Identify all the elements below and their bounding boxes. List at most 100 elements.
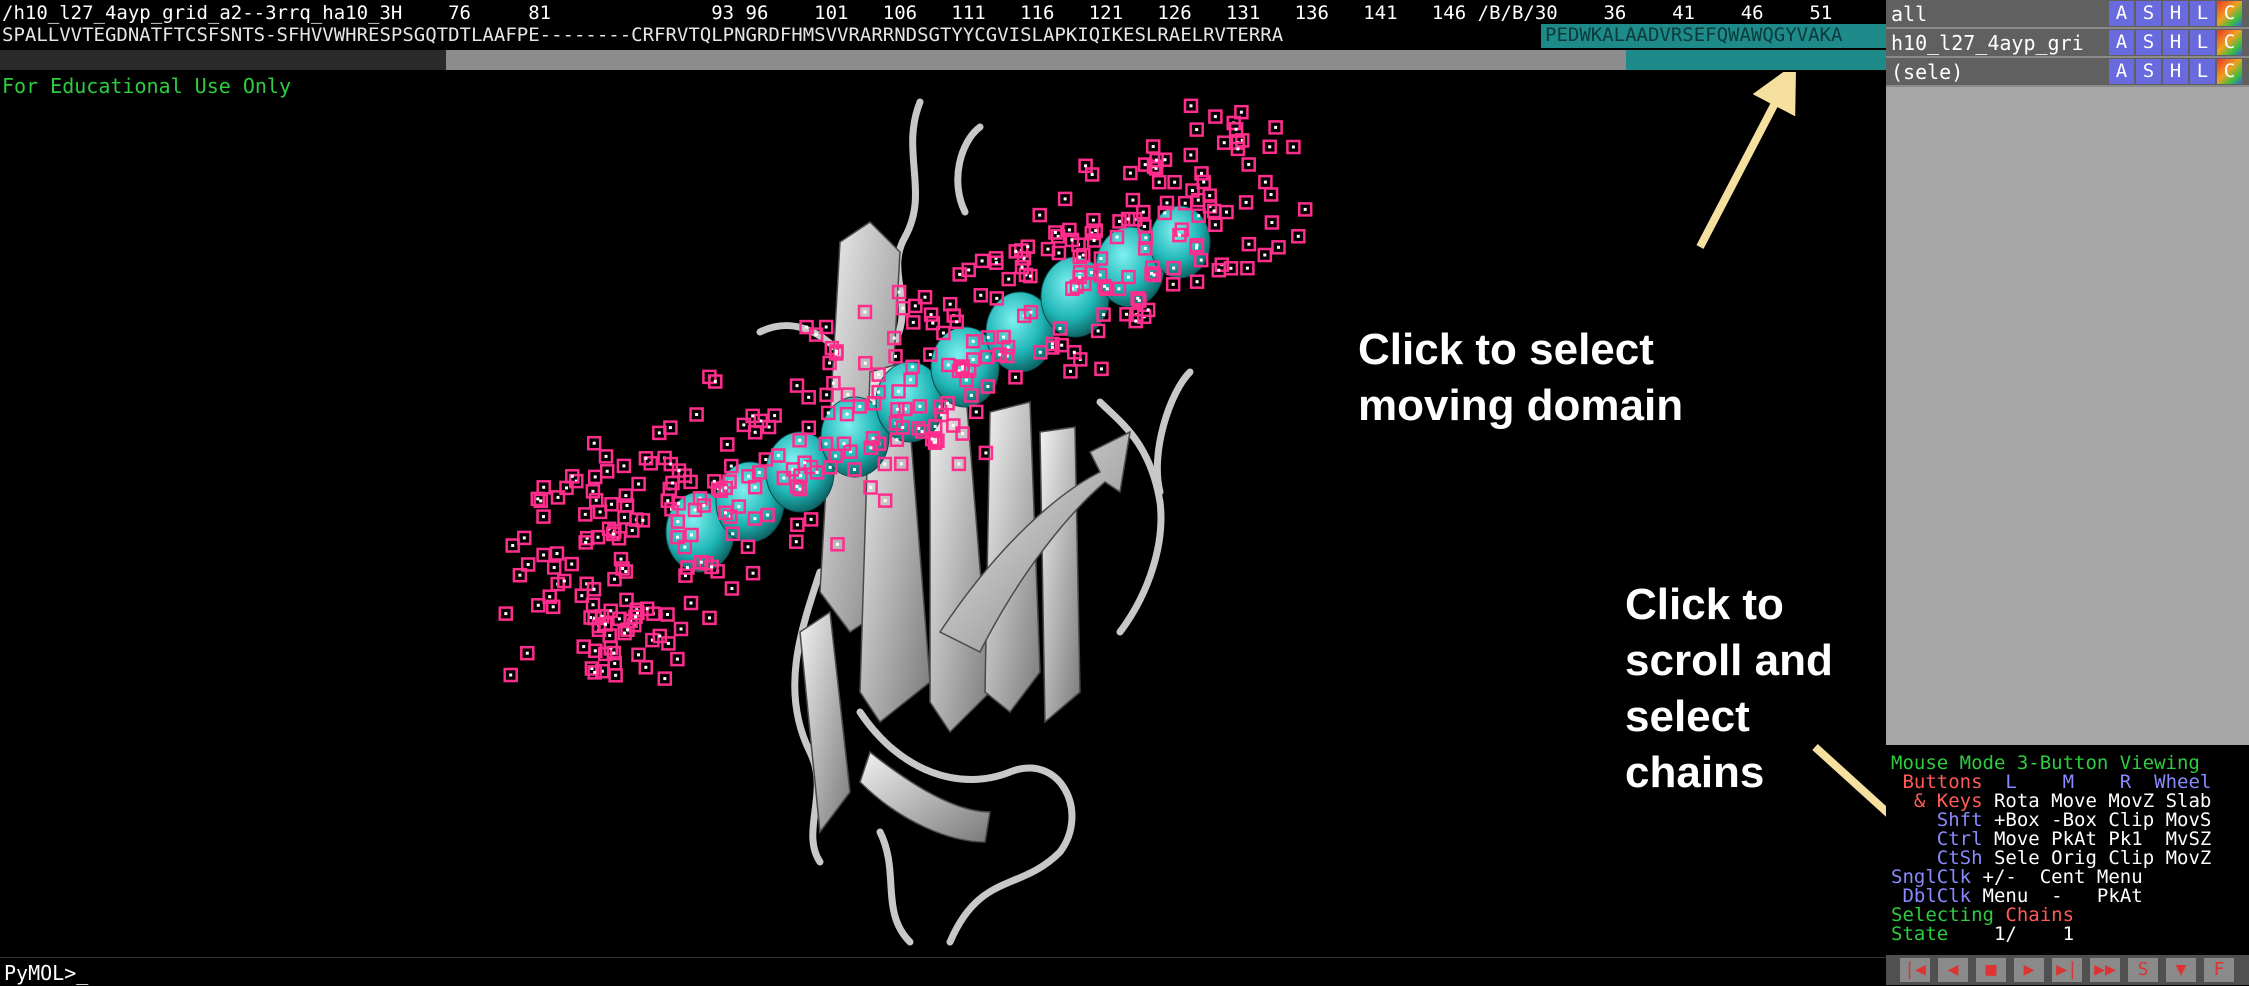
atom-center <box>548 595 552 599</box>
atom-center <box>624 494 628 498</box>
sequence-viewer[interactable]: /h10_l27_4ayp_grid_a2--3rrq_ha10_3H 76 8… <box>0 0 1886 72</box>
atom-center <box>795 485 799 488</box>
atom-center <box>1072 350 1076 354</box>
atom-center <box>710 565 714 569</box>
object-panel[interactable]: all A S H L C h10_l27_4ayp_gri A S H L C… <box>1886 0 2249 985</box>
atom-center <box>798 487 802 491</box>
command-prompt[interactable]: PyMOL>_ <box>4 961 88 985</box>
atom-center <box>551 605 555 609</box>
atom-center <box>1303 207 1307 211</box>
sequence-residues[interactable]: SPALLVVTEGDNATFTCSFSNTS-SFHVVWHRESPSGQTD… <box>2 24 1283 46</box>
atom-center <box>805 325 809 329</box>
atom-center <box>677 501 681 505</box>
action-button[interactable]: A <box>2109 1 2134 26</box>
atom-center <box>1152 273 1156 277</box>
object-row-h10[interactable]: h10_l27_4ayp_gri A S H L C <box>1886 29 2249 58</box>
atom-center <box>591 489 595 493</box>
atom-center <box>961 365 964 369</box>
atom-center <box>511 544 515 547</box>
atom-center <box>609 609 613 613</box>
state-label: State <box>1891 923 1949 945</box>
atom-center <box>1102 313 1106 317</box>
atom-center <box>1213 115 1217 119</box>
atom-center <box>1078 255 1082 259</box>
fast-forward-icon[interactable]: ▶▶ <box>2090 958 2120 982</box>
step-back-icon[interactable]: ◀ <box>1938 958 1968 982</box>
action-button[interactable]: A <box>2109 30 2134 55</box>
atom-center <box>686 566 689 569</box>
atom-center <box>929 313 933 317</box>
atom-center <box>1296 234 1300 238</box>
atom-center <box>666 613 669 616</box>
show-button[interactable]: S <box>2136 59 2161 84</box>
atom-center <box>794 540 798 544</box>
play-icon[interactable]: ▶ <box>2014 958 2044 982</box>
atom-center <box>1099 257 1103 260</box>
atom-center <box>593 670 597 674</box>
atom-center <box>1213 223 1217 227</box>
atom-center <box>593 649 597 653</box>
atom-center <box>1060 343 1064 347</box>
rewind-icon[interactable]: |◀ <box>1900 958 1930 982</box>
atom-center <box>1191 189 1194 192</box>
hide-button[interactable]: H <box>2163 59 2188 84</box>
object-row-all[interactable]: all A S H L C <box>1886 0 2249 29</box>
label-button[interactable]: L <box>2190 30 2215 55</box>
atom-center <box>608 634 612 637</box>
show-button[interactable]: S <box>2136 1 2161 26</box>
hide-button[interactable]: H <box>2163 30 2188 55</box>
color-button[interactable]: C <box>2217 59 2242 84</box>
atom-center <box>1199 258 1203 262</box>
atom-center <box>1007 277 1011 281</box>
atom-center <box>1163 211 1167 215</box>
object-name[interactable]: all <box>1891 2 1927 26</box>
show-button[interactable]: S <box>2136 30 2161 55</box>
atom-center <box>1244 200 1248 204</box>
scene-button[interactable]: S <box>2128 958 2158 982</box>
atom-center <box>995 296 999 300</box>
atom-center <box>1067 228 1071 232</box>
color-button[interactable]: C <box>2217 1 2242 26</box>
atom-center <box>612 651 616 655</box>
sequence-numbering: /h10_l27_4ayp_grid_a2--3rrq_ha10_3H 76 8… <box>2 2 1833 24</box>
object-name[interactable]: (sele) <box>1891 60 1963 84</box>
atom-center <box>883 499 887 503</box>
atom-center <box>625 504 629 507</box>
transport-controls[interactable]: |◀ ◀ ■ ▶ ▶| ▶▶ S ▼ F <box>1886 955 2249 985</box>
object-row-sele[interactable]: (sele) A S H L C <box>1886 58 2249 87</box>
stop-icon[interactable]: ■ <box>1976 958 2006 982</box>
atom-center <box>518 573 522 577</box>
atom-center <box>582 645 586 649</box>
atom-center <box>1014 375 1017 379</box>
command-line[interactable]: PyMOL>_ <box>0 957 1886 986</box>
atom-center <box>776 454 780 457</box>
fullscreen-button[interactable]: F <box>2204 958 2234 982</box>
sequence-scrollbar-selection[interactable] <box>1626 50 1886 70</box>
label-button[interactable]: L <box>2190 1 2215 26</box>
atom-center <box>657 431 661 435</box>
molecule-viewport[interactable]: Click to select moving domain Click to s… <box>0 72 1886 957</box>
atom-center <box>986 335 990 339</box>
atom-center <box>525 651 529 655</box>
object-name[interactable]: h10_l27_4ayp_gri <box>1891 31 2084 55</box>
label-button[interactable]: L <box>2190 59 2215 84</box>
atom-center <box>931 321 935 325</box>
atom-center <box>1195 243 1199 247</box>
atom-center <box>730 587 734 590</box>
color-button[interactable]: C <box>2217 30 2242 55</box>
mouse-mode-panel[interactable]: Mouse Mode 3-Button Viewing Buttons L M … <box>1886 745 2249 955</box>
atom-center <box>713 380 717 383</box>
atom-center <box>1229 266 1233 270</box>
protein-render[interactable] <box>0 72 1886 957</box>
atom-center <box>941 331 945 335</box>
action-button[interactable]: A <box>2109 59 2134 84</box>
atom-center <box>1172 266 1176 270</box>
atom-center <box>666 641 670 645</box>
step-forward-icon[interactable]: ▶| <box>2052 958 2082 982</box>
atom-center <box>613 661 617 665</box>
sequence-residues-chain-b[interactable]: PEDWKALAADVRSEFQWAWQGYVAKA <box>1545 24 1842 46</box>
atom-center <box>1078 275 1082 279</box>
chevron-down-icon[interactable]: ▼ <box>2166 958 2196 982</box>
hide-button[interactable]: H <box>2163 1 2188 26</box>
atom-center <box>946 363 950 367</box>
